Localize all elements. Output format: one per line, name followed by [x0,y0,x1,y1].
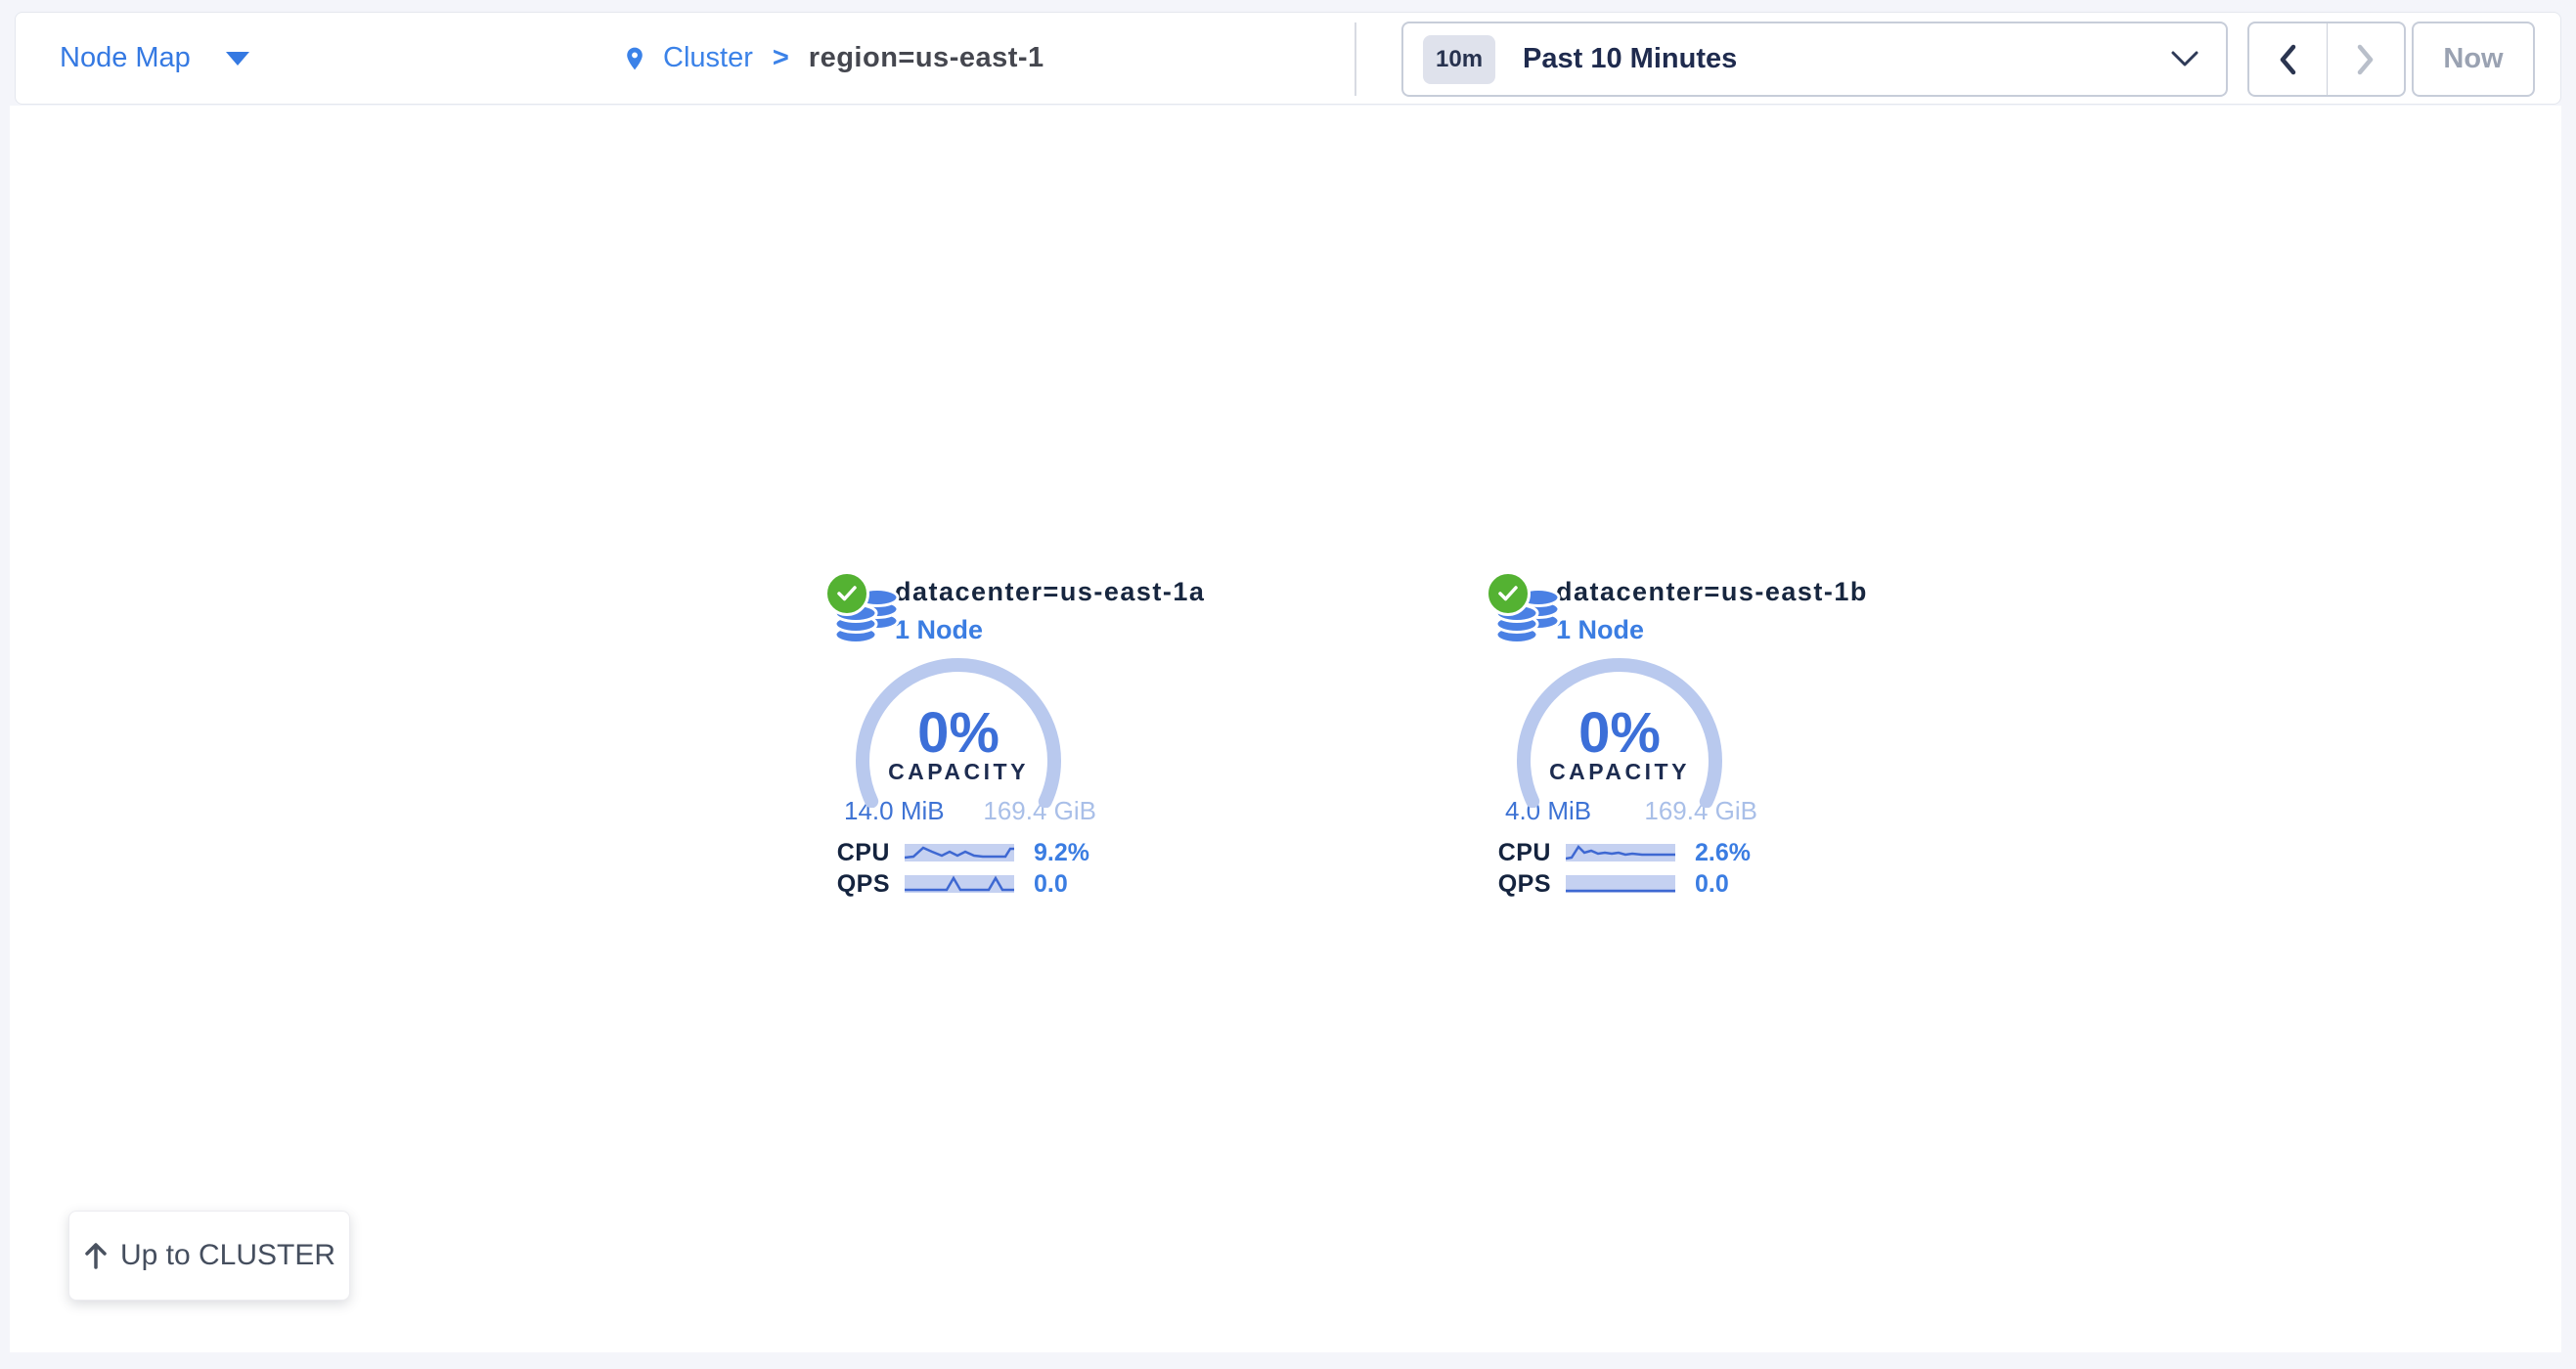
capacity-gauge: 0% CAPACITY [855,657,1062,808]
capacity-label: CAPACITY [855,759,1062,785]
breadcrumb: Cluster > region=us-east-1 [622,13,1044,104]
view-selector-dropdown[interactable]: Node Map [60,13,249,104]
breadcrumb-separator: > [773,42,789,74]
chevron-down-icon [2171,51,2198,67]
up-to-cluster-button[interactable]: Up to CLUSTER [68,1211,350,1301]
qps-sparkline [1566,875,1675,893]
datacenter-titles: datacenter=us-east-1b 1 Node [1556,577,1868,645]
caret-down-icon [226,52,249,66]
qps-value: 0.0 [1695,870,1729,899]
datacenter-node-count: 1 Node [1556,615,1868,645]
time-range-prev-button[interactable] [2249,23,2328,95]
cpu-metric-row: CPU 2.6% [1458,840,1751,865]
chevron-right-icon [2356,44,2376,75]
toolbar-divider [1355,22,1356,96]
datacenter-node-count: 1 Node [895,615,1205,645]
breadcrumb-current-region: region=us-east-1 [809,42,1044,74]
time-window-label: Past 10 Minutes [1523,43,1737,75]
metric-rows: CPU 2.6% QPS 0.0 [1458,840,1751,897]
node-map-canvas: datacenter=us-east-1a 1 Node 0% CAPACITY… [10,106,2561,1352]
qps-sparkline [905,875,1014,893]
datacenter-card-us-east-1a[interactable]: datacenter=us-east-1a 1 Node 0% CAPACITY… [797,567,1120,897]
capacity-gauge: 0% CAPACITY [1516,657,1723,808]
top-toolbar: Node Map Cluster > region=us-east-1 10m … [15,12,2561,105]
capacity-percent: 0% [855,700,1062,766]
capacity-label: CAPACITY [1516,759,1723,785]
cpu-label: CPU [1458,839,1551,867]
datacenter-header: datacenter=us-east-1a 1 Node [797,567,1120,657]
datacenter-title: datacenter=us-east-1b [1556,577,1868,607]
up-to-cluster-label: Up to CLUSTER [120,1239,335,1272]
qps-label: QPS [1458,870,1551,899]
qps-metric-row: QPS 0.0 [797,871,1089,897]
qps-label: QPS [797,870,890,899]
metric-rows: CPU 9.2% QPS 0.0 [797,840,1089,897]
location-pin-icon [622,41,647,76]
datacenter-header: datacenter=us-east-1b 1 Node [1458,567,1781,657]
healthy-check-icon [824,571,869,616]
qps-value: 0.0 [1034,870,1068,899]
cpu-metric-row: CPU 9.2% [797,840,1089,865]
arrow-up-icon [83,1241,109,1270]
cpu-value: 2.6% [1695,839,1751,867]
time-window-badge: 10m [1423,35,1495,84]
datacenter-card-us-east-1b[interactable]: datacenter=us-east-1b 1 Node 0% CAPACITY… [1458,567,1781,897]
now-button[interactable]: Now [2412,22,2535,97]
time-range-next-button[interactable] [2328,23,2405,95]
qps-metric-row: QPS 0.0 [1458,871,1751,897]
chevron-left-icon [2278,44,2297,75]
healthy-check-icon [1486,571,1531,616]
datacenter-title: datacenter=us-east-1a [895,577,1205,607]
cpu-label: CPU [797,839,890,867]
time-window-selector[interactable]: 10m Past 10 Minutes [1401,22,2228,97]
datacenter-titles: datacenter=us-east-1a 1 Node [895,577,1205,645]
cpu-sparkline [1566,844,1675,861]
capacity-percent: 0% [1516,700,1723,766]
cpu-value: 9.2% [1034,839,1089,867]
cpu-sparkline [905,844,1014,861]
view-selector-label: Node Map [60,42,191,74]
breadcrumb-cluster-link[interactable]: Cluster [663,42,753,74]
time-range-nav [2247,22,2406,97]
